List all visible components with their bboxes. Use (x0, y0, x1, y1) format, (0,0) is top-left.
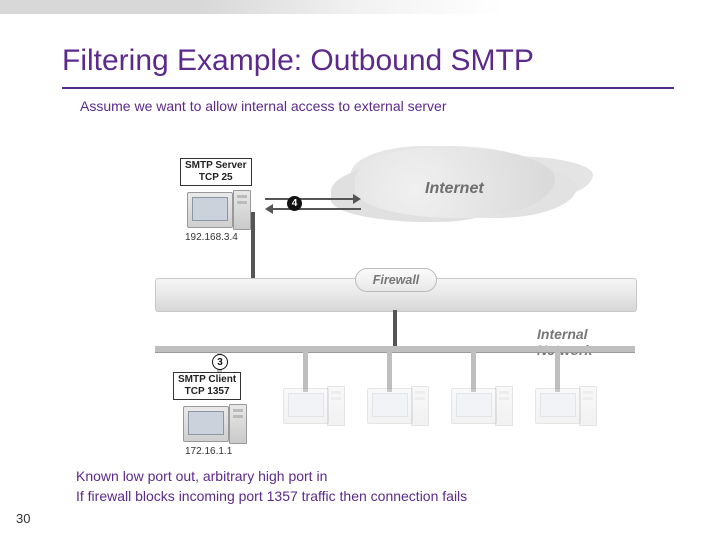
firewall-label: Firewall (355, 268, 437, 292)
page-number: 30 (16, 511, 30, 526)
server-label-line2: TCP 25 (185, 172, 247, 184)
client-tower-icon (229, 404, 247, 444)
ghost-pc-3-icon (367, 388, 413, 424)
client-label-box: SMTP Client TCP 1357 (173, 372, 241, 400)
server-ip: 192.168.3.4 (185, 232, 238, 243)
drop-2 (303, 352, 308, 392)
client-monitor-icon (183, 406, 229, 442)
ghost-pc-5-icon (535, 388, 581, 424)
client-ip: 172.16.1.1 (185, 446, 232, 457)
internal-network-bus (155, 346, 635, 353)
drop-3 (387, 352, 392, 392)
server-to-firewall-line (251, 212, 255, 278)
slide-top-bar (0, 0, 720, 14)
ghost-tower-2-icon (327, 386, 345, 426)
server-tower-icon (233, 190, 251, 230)
server-label-line1: SMTP Server (185, 160, 247, 172)
ghost-pc-4-icon (451, 388, 497, 424)
slide-subtitle: Assume we want to allow internal access … (80, 98, 447, 114)
ghost-tower-3-icon (411, 386, 429, 426)
arrow-server-to-cloud (265, 198, 353, 200)
client-label-line2: TCP 1357 (178, 386, 236, 398)
ghost-pc-2-icon (283, 388, 329, 424)
client-label-line1: SMTP Client (178, 374, 236, 386)
ghost-tower-5-icon (579, 386, 597, 426)
network-diagram: Internet 4 SMTP Server TCP 25 192.168.3.… (155, 140, 635, 420)
marker-client: 3 (212, 354, 228, 370)
drop-4 (471, 352, 476, 392)
arrow-head-left-icon (265, 204, 273, 214)
ghost-tower-4-icon (495, 386, 513, 426)
marker-server: 4 (287, 196, 302, 211)
slide-title: Filtering Example: Outbound SMTP (62, 44, 534, 78)
firewall-to-net-line (393, 310, 397, 346)
footer-line-2: If firewall blocks incoming port 1357 tr… (76, 488, 467, 504)
server-label-box: SMTP Server TCP 25 (180, 158, 252, 186)
footer-line-1: Known low port out, arbitrary high port … (76, 468, 327, 484)
title-underline (62, 87, 674, 89)
drop-5 (555, 352, 560, 392)
server-monitor-icon (187, 192, 233, 228)
internet-label: Internet (425, 180, 484, 198)
arrow-cloud-to-server (273, 208, 361, 210)
internal-network-label: Internal Network (537, 326, 635, 358)
arrow-head-right-icon (353, 194, 361, 204)
